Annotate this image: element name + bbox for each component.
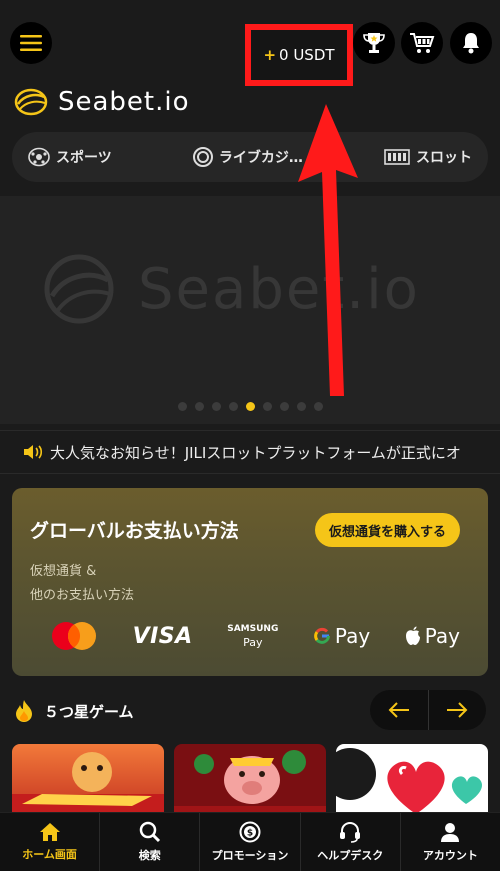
banner-watermark-text: Seabet.io [138, 256, 420, 322]
tab-helpdesk[interactable]: ヘルプデスク [301, 813, 401, 871]
tab-search-label: 検索 [138, 849, 161, 862]
apple-pay-logo: Pay [405, 624, 460, 648]
casino-chip-icon [192, 147, 213, 167]
carousel-dot-active[interactable] [246, 402, 255, 411]
category-slots[interactable]: スロット [384, 147, 472, 167]
payment-subtitle-line1: 仮想通貨 & [30, 564, 97, 579]
samsung-pay-logo: SAMSUNG Pay [227, 623, 278, 649]
carousel-dot[interactable] [229, 402, 238, 411]
buy-crypto-button[interactable]: 仮想通貨を購入する [315, 513, 461, 547]
carousel-dot[interactable] [212, 402, 221, 411]
notification-button[interactable] [450, 22, 492, 64]
flame-icon [16, 700, 32, 722]
payment-methods-card: グローバルお支払い方法 仮想通貨を購入する 仮想通貨 & 他のお支払い方法 VI… [12, 488, 488, 676]
category-slots-label: スロット [415, 150, 472, 166]
category-sports-label: スポーツ [56, 150, 112, 166]
five-star-games-header: ５つ星ゲーム [14, 696, 134, 726]
payment-title: グローバルお支払い方法 [30, 520, 239, 542]
tab-home-label: ホーム画面 [22, 848, 77, 861]
banner-watermark: Seabet.io [44, 254, 420, 324]
payment-logos: VISA SAMSUNG Pay Pay Pay [50, 616, 460, 656]
trophy-icon [363, 33, 385, 53]
five-star-games-title: ５つ星ゲーム [44, 702, 134, 721]
tab-account[interactable]: アカウント [401, 813, 500, 871]
annotation-arrow [298, 104, 358, 396]
mastercard-icon [52, 622, 96, 650]
balance-value: 0 USDT [279, 46, 335, 64]
soccer-ball-icon [28, 147, 50, 167]
category-sports[interactable]: スポーツ [28, 147, 112, 167]
trophy-button[interactable] [353, 22, 395, 64]
brand-name: Seabet.io [58, 87, 190, 117]
next-games-button[interactable] [429, 690, 487, 730]
speaker-icon [24, 445, 43, 459]
tab-promotions[interactable]: $ プロモーション [200, 813, 301, 871]
tab-account-label: アカウント [422, 849, 478, 862]
carousel-dots [178, 402, 323, 411]
seabet-logo-icon [14, 88, 48, 116]
payment-subtitle-line2: 他のお支払い方法 [30, 588, 135, 603]
carousel-dot[interactable] [178, 402, 187, 411]
cart-button[interactable] [401, 22, 443, 64]
carousel-dot[interactable] [314, 402, 323, 411]
hamburger-menu-icon [20, 35, 42, 51]
coin-icon: $ [239, 821, 261, 843]
bottom-tab-bar: ホーム画面 検索 $ プロモーション ヘルプデスク アカウント [0, 812, 500, 871]
arrow-left-icon [388, 702, 409, 718]
headset-icon [340, 821, 361, 843]
samsung-pay-top: SAMSUNG [227, 624, 279, 634]
search-icon [139, 821, 160, 843]
user-icon [441, 823, 460, 842]
games-pager [370, 690, 486, 730]
prev-games-button[interactable] [370, 690, 429, 730]
home-icon [39, 823, 60, 841]
tab-search[interactable]: 検索 [100, 813, 201, 871]
apple-pay-text: Pay [424, 624, 460, 648]
visa-logo: VISA [132, 623, 193, 649]
carousel-dot[interactable] [263, 402, 272, 411]
carousel-dot[interactable] [280, 402, 289, 411]
carousel-dot[interactable] [297, 402, 306, 411]
tab-helpdesk-label: ヘルプデスク [317, 849, 384, 862]
promo-banner-carousel[interactable]: Seabet.io [0, 196, 500, 424]
seabet-logo-icon [44, 254, 114, 324]
menu-button[interactable] [10, 22, 52, 64]
arrow-right-icon [447, 702, 468, 718]
balance-display[interactable]: + 0 USDT [245, 24, 353, 86]
google-g-icon [314, 627, 330, 644]
cart-icon [410, 33, 435, 53]
carousel-dot[interactable] [195, 402, 204, 411]
announcement-ticker[interactable]: 大人気なお知らせ！JILIスロットプラットフォームが正式にオ [0, 430, 500, 474]
svg-text:$: $ [247, 829, 253, 839]
balance-plus: + [263, 46, 277, 64]
category-bar: スポーツ ライブカジ… スロット [12, 132, 488, 182]
samsung-pay-bottom: Pay [243, 636, 263, 649]
google-pay-logo: Pay [313, 624, 370, 648]
brand-logo[interactable]: Seabet.io [14, 84, 190, 120]
tab-promotions-label: プロモーション [211, 849, 289, 862]
announcement-text: 大人気なお知らせ！JILIスロットプラットフォームが正式にオ [50, 443, 461, 462]
tab-home[interactable]: ホーム画面 [0, 813, 101, 871]
slot-machine-icon [384, 149, 410, 165]
apple-icon [405, 626, 420, 645]
payment-subtitle: 仮想通貨 & 他のお支払い方法 [30, 560, 134, 608]
bell-icon [463, 33, 479, 54]
google-pay-text: Pay [334, 624, 371, 648]
